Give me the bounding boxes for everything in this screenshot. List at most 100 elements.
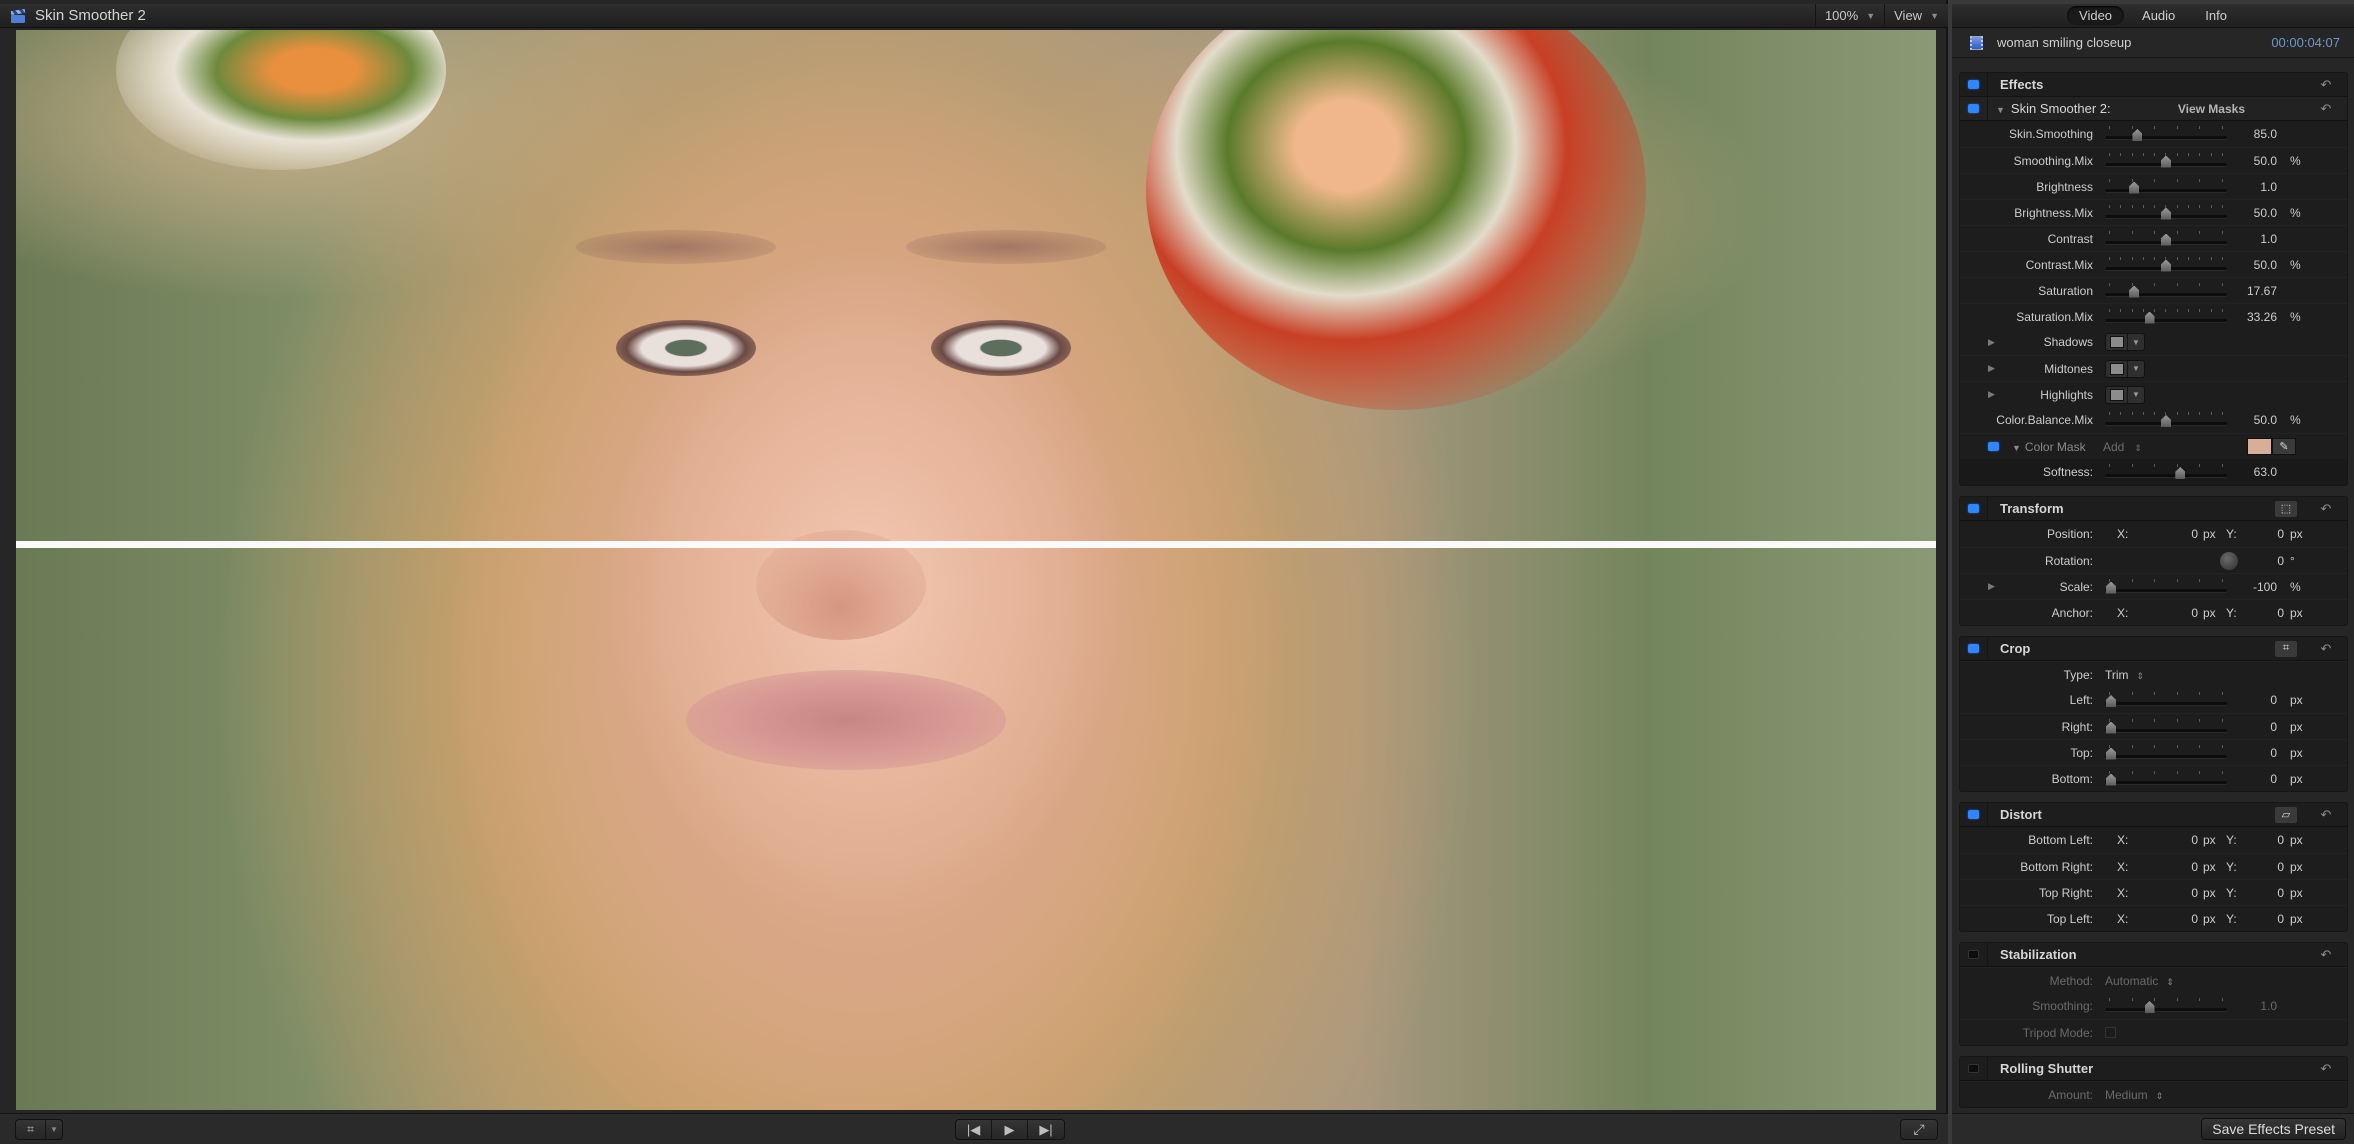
param-slider[interactable]	[2105, 124, 2227, 144]
chevron-down-icon[interactable]: ▼	[2128, 361, 2144, 377]
color-swatch[interactable]	[2106, 334, 2128, 350]
disclosure-closed-icon[interactable]: ▶	[1988, 389, 1995, 400]
slider-thumb[interactable]	[2161, 259, 2171, 272]
y-value[interactable]: 0	[2258, 886, 2284, 900]
param-slider[interactable]	[2105, 255, 2227, 275]
slider-thumb[interactable]	[2161, 415, 2171, 427]
param-value[interactable]: 85.0	[2254, 127, 2277, 141]
x-value[interactable]: 0	[2172, 833, 2198, 847]
chevron-down-icon[interactable]: ▼	[46, 1120, 62, 1139]
effects-enable-checkbox[interactable]	[1960, 72, 1988, 97]
y-value[interactable]: 0	[2258, 912, 2284, 926]
inspector-scroll-area[interactable]: Effects ↶ ▼ Skin Smoother 2: View Masks ↶…	[1952, 60, 2354, 1114]
param-slider[interactable]	[2105, 996, 2227, 1016]
skin-smoother-enable-checkbox[interactable]	[1960, 96, 1988, 121]
param-value[interactable]: 50.0	[2254, 258, 2277, 272]
rotation-knob[interactable]	[2220, 552, 2238, 570]
slider-thumb[interactable]	[2144, 1001, 2155, 1013]
param-slider[interactable]	[2105, 281, 2227, 301]
param-value[interactable]: 63.0	[2254, 465, 2277, 479]
x-value[interactable]: 0	[2172, 912, 2198, 926]
distort-onscreen-icon[interactable]: ▱	[2275, 806, 2297, 823]
slider-thumb[interactable]	[2129, 181, 2140, 194]
slider-thumb[interactable]	[2106, 747, 2116, 760]
slider-thumb[interactable]	[2106, 721, 2116, 734]
color-swatch[interactable]	[2106, 386, 2128, 403]
save-effects-preset-button[interactable]: Save Effects Preset	[2201, 1118, 2346, 1140]
reset-icon[interactable]: ↶	[2319, 641, 2333, 657]
y-value[interactable]: 0	[2258, 833, 2284, 847]
param-value[interactable]: -100	[2253, 580, 2277, 594]
reset-icon[interactable]: ↶	[2319, 77, 2333, 93]
slider-thumb[interactable]	[2161, 155, 2171, 168]
param-slider[interactable]	[2105, 307, 2227, 327]
chevron-down-icon[interactable]: ▼	[2128, 334, 2144, 350]
view-dropdown[interactable]: View ▼	[1884, 4, 1948, 27]
fullscreen-button[interactable]: ⤢	[1900, 1119, 1938, 1140]
param-value[interactable]: 17.67	[2247, 284, 2277, 298]
disclosure-closed-icon[interactable]: ▶	[1988, 363, 1995, 374]
reset-icon[interactable]: ↶	[2319, 101, 2333, 117]
slider-thumb[interactable]	[2106, 773, 2116, 786]
chevron-down-icon[interactable]: ▼	[2128, 387, 2144, 403]
param-slider[interactable]	[2105, 177, 2227, 197]
eyedropper-icon[interactable]: ✎	[2272, 438, 2296, 455]
param-value[interactable]: 33.26	[2247, 310, 2277, 324]
param-value[interactable]: 50.0	[2254, 154, 2277, 168]
previous-frame-button[interactable]: |◀	[956, 1120, 992, 1139]
tab-info[interactable]: Info	[2193, 6, 2239, 25]
reset-icon[interactable]: ↶	[2319, 501, 2333, 517]
slider-thumb[interactable]	[2106, 581, 2116, 594]
param-slider[interactable]	[2105, 690, 2227, 710]
tripod-mode-checkbox[interactable]	[2105, 1027, 2116, 1038]
color-mask-mode-popup[interactable]: Add ⇕	[2103, 440, 2142, 454]
mask-color-well[interactable]	[2247, 438, 2272, 455]
rotation-value[interactable]: 0	[2258, 554, 2284, 568]
slider-thumb[interactable]	[2132, 129, 2143, 141]
slider-thumb[interactable]	[2144, 311, 2155, 324]
crop-type-popup[interactable]: Trim ⇕	[2105, 668, 2144, 682]
param-slider[interactable]	[2105, 151, 2227, 171]
param-value[interactable]: 1.0	[2260, 999, 2277, 1013]
slider-thumb[interactable]	[2106, 695, 2116, 707]
param-value[interactable]: 0	[2270, 772, 2277, 786]
param-slider[interactable]	[2105, 769, 2227, 789]
x-value[interactable]: 0	[2172, 886, 2198, 900]
next-frame-button[interactable]: ▶|	[1028, 1120, 1064, 1139]
disclosure-closed-icon[interactable]: ▶	[1988, 337, 1995, 348]
crop-tool-icon[interactable]: ⌗	[16, 1120, 46, 1139]
zoom-dropdown[interactable]: 100% ▼	[1814, 4, 1884, 27]
y-value[interactable]: 0	[2258, 860, 2284, 874]
crop-onscreen-icon[interactable]: ⌗	[2275, 640, 2297, 657]
disclosure-open-icon[interactable]: ▼	[1996, 105, 2005, 115]
param-slider[interactable]	[2105, 410, 2227, 430]
param-value[interactable]: 1.0	[2260, 180, 2277, 194]
reset-icon[interactable]: ↶	[2319, 1061, 2333, 1077]
tab-audio[interactable]: Audio	[2130, 6, 2187, 25]
slider-thumb[interactable]	[2161, 233, 2171, 246]
tab-video[interactable]: Video	[2067, 6, 2125, 25]
param-value[interactable]: 50.0	[2254, 413, 2277, 427]
y-value[interactable]: 0	[2258, 606, 2284, 620]
y-value[interactable]: 0	[2258, 527, 2284, 541]
transform-enable-checkbox[interactable]	[1960, 496, 1988, 521]
view-masks-button[interactable]: View Masks	[2178, 102, 2245, 116]
param-slider[interactable]	[2105, 203, 2227, 223]
param-value[interactable]: 1.0	[2260, 232, 2277, 246]
slider-thumb[interactable]	[2161, 207, 2171, 220]
amount-popup[interactable]: Medium ⇕	[2105, 1088, 2163, 1102]
play-button[interactable]: ▶	[992, 1120, 1028, 1139]
color-wheel-picker[interactable]: ▼	[2105, 385, 2145, 404]
disclosure-closed-icon[interactable]: ▶	[1988, 581, 1995, 592]
param-slider[interactable]	[2105, 717, 2227, 737]
param-slider[interactable]	[2105, 577, 2227, 597]
param-slider[interactable]	[2105, 743, 2227, 763]
rolling-shutter-enable-checkbox[interactable]	[1960, 1056, 1988, 1081]
param-value[interactable]: 0	[2270, 746, 2277, 760]
color-wheel-picker[interactable]: ▼	[2105, 359, 2145, 378]
x-value[interactable]: 0	[2172, 860, 2198, 874]
video-frame[interactable]	[16, 30, 1936, 1110]
slider-thumb[interactable]	[2175, 467, 2186, 479]
reset-icon[interactable]: ↶	[2319, 807, 2333, 823]
slider-thumb[interactable]	[2129, 285, 2140, 298]
